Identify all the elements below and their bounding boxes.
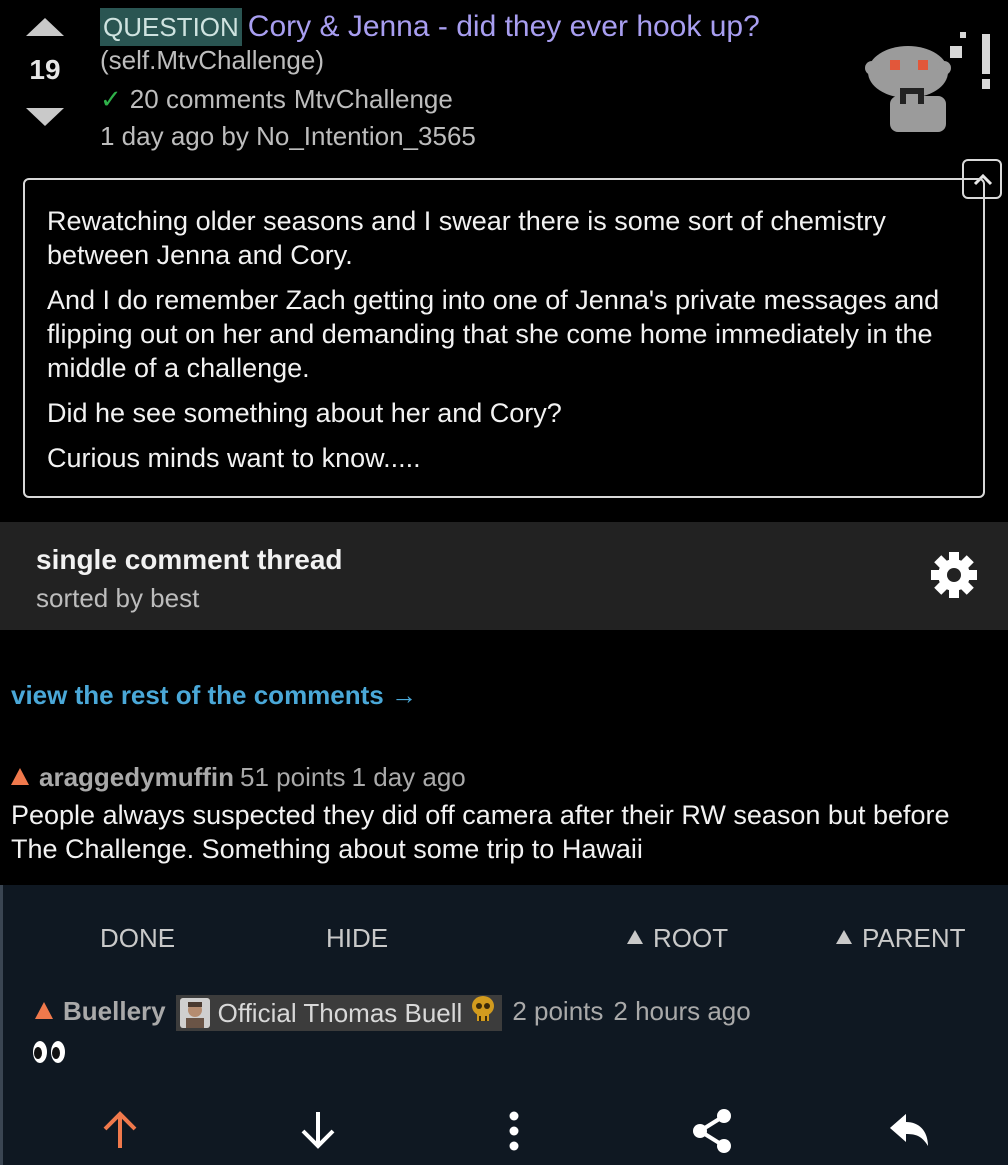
comment-author[interactable]: araggedymuffin xyxy=(39,762,234,792)
post-flair: QUESTION xyxy=(100,8,242,46)
comment-body xyxy=(32,1040,66,1069)
triangle-up-icon xyxy=(836,930,852,945)
arrow-up-icon[interactable] xyxy=(100,1108,140,1152)
flair-avatar-icon xyxy=(179,998,210,1029)
check-icon: ✓ xyxy=(100,84,122,114)
hide-button[interactable]: HIDE xyxy=(326,923,388,954)
comment-action-row: DONE HIDE ROOT PARENT xyxy=(3,923,1008,957)
selftext-paragraph: Did he see something about her and Cory? xyxy=(47,398,562,428)
selftext-paragraph: And I do remember Zach getting into one … xyxy=(47,285,940,383)
skull-icon xyxy=(470,995,496,1032)
comments-link[interactable]: 20 comments xyxy=(130,84,286,114)
share-icon[interactable] xyxy=(690,1108,736,1154)
comment-points: 2 points xyxy=(512,996,604,1026)
post-selftext: Rewatching older seasons and I swear the… xyxy=(23,178,985,498)
comment-points: 51 points xyxy=(240,762,346,792)
post-downvote-icon[interactable] xyxy=(26,108,64,126)
thread-title: single comment thread xyxy=(36,544,343,575)
more-vertical-icon[interactable] xyxy=(506,1108,522,1152)
user-flair: Official Thomas Buell xyxy=(175,995,503,1032)
selftext-paragraph: Rewatching older seasons and I swear the… xyxy=(47,206,886,270)
parent-button[interactable]: PARENT xyxy=(836,923,966,954)
parent-label: PARENT xyxy=(862,923,966,953)
post-score: 19 xyxy=(29,54,61,85)
page: 19 QUESTION Cory & Jenna - did they ever … xyxy=(0,0,1008,1165)
post-domain[interactable]: (self.MtvChallenge) xyxy=(100,45,324,76)
upvote-icon[interactable] xyxy=(35,1001,53,1019)
selftext-paragraph: Curious minds want to know..... xyxy=(47,443,421,473)
upvote-icon[interactable] xyxy=(11,767,29,785)
post-title[interactable]: Cory & Jenna - did they ever hook up? xyxy=(248,10,760,44)
comment: araggedymuffin 51 points 1 day ago People … xyxy=(11,760,1001,866)
view-rest-comments-link[interactable]: view the rest of the comments → xyxy=(11,680,417,711)
snoo-mascot-icon xyxy=(865,32,990,132)
triangle-up-icon xyxy=(627,930,643,945)
post-header: 19 QUESTION Cory & Jenna - did they ever … xyxy=(0,0,1008,170)
post-meta: ✓ 20 comments MtvChallenge xyxy=(100,84,453,115)
comment-meta: Buellery Official Thomas Buell 2 points 2 h… xyxy=(35,993,751,1032)
done-button[interactable]: DONE xyxy=(100,923,175,954)
comment-time: 1 day ago xyxy=(351,762,466,792)
eyes-emoji-icon xyxy=(33,1041,65,1063)
post-upvote-icon[interactable] xyxy=(26,18,64,36)
reply-icon[interactable] xyxy=(886,1108,932,1152)
post-submitted: 1 day ago by No_Intention_3565 xyxy=(100,121,476,151)
comment-body: People always suspected they did off cam… xyxy=(11,800,950,864)
thread-sort: sorted by best xyxy=(36,583,200,613)
gear-icon[interactable] xyxy=(929,550,979,600)
root-label: ROOT xyxy=(653,923,729,953)
root-button[interactable]: ROOT xyxy=(627,923,728,954)
comment-meta: araggedymuffin 51 points 1 day ago xyxy=(11,760,1001,794)
thread-bar: single comment thread sorted by best xyxy=(0,522,1008,630)
comment-author[interactable]: Buellery xyxy=(63,996,166,1026)
title-line: QUESTION Cory & Jenna - did they ever hoo… xyxy=(100,8,760,46)
subreddit-link[interactable]: MtvChallenge xyxy=(294,84,453,114)
comment-bottom-bar xyxy=(0,1108,1008,1158)
flair-text: Official Thomas Buell xyxy=(217,998,463,1029)
comment-time: 2 hours ago xyxy=(613,996,751,1026)
arrow-down-icon[interactable] xyxy=(298,1108,338,1152)
